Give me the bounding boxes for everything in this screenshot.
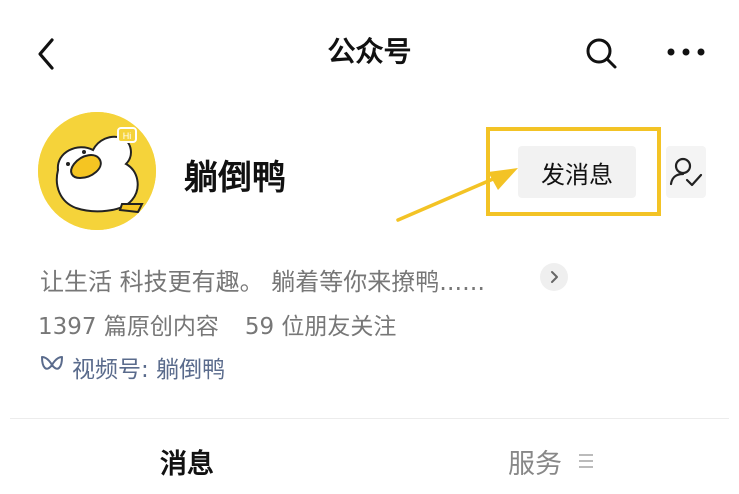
user-check-icon: [669, 157, 703, 187]
follow-status-button[interactable]: [666, 146, 706, 198]
search-icon[interactable]: [582, 34, 622, 74]
channels-butterfly-icon: [41, 356, 63, 370]
channel-label: 视频号:: [72, 357, 149, 383]
expand-description-button[interactable]: [540, 263, 568, 291]
menu-lines-icon: [579, 454, 593, 468]
tab-messages[interactable]: 消息: [160, 442, 214, 481]
friends-following-count[interactable]: 59 位朋友关注: [245, 314, 397, 340]
page-title: 公众号: [327, 35, 412, 68]
more-icon[interactable]: [664, 42, 708, 62]
tab-services[interactable]: 服务: [508, 442, 562, 481]
annotation-arrow-icon: [396, 168, 518, 222]
account-description: 让生活 科技更有趣。 躺着等你来撩鸭......: [40, 268, 486, 296]
channel-name: 躺倒鸭: [156, 357, 226, 383]
original-content-count: 1397 篇原创内容: [38, 314, 219, 340]
video-channel-link[interactable]: 视频号: 躺倒鸭: [72, 350, 225, 384]
duck-avatar-illustration: Hi: [38, 112, 156, 230]
svg-text:Hi: Hi: [123, 131, 132, 141]
account-stats: 1397 篇原创内容 59 位朋友关注: [38, 307, 396, 341]
divider: [10, 418, 729, 419]
avatar[interactable]: Hi: [38, 112, 156, 230]
account-name: 躺倒鸭: [184, 158, 286, 198]
chevron-right-icon: [551, 271, 558, 283]
